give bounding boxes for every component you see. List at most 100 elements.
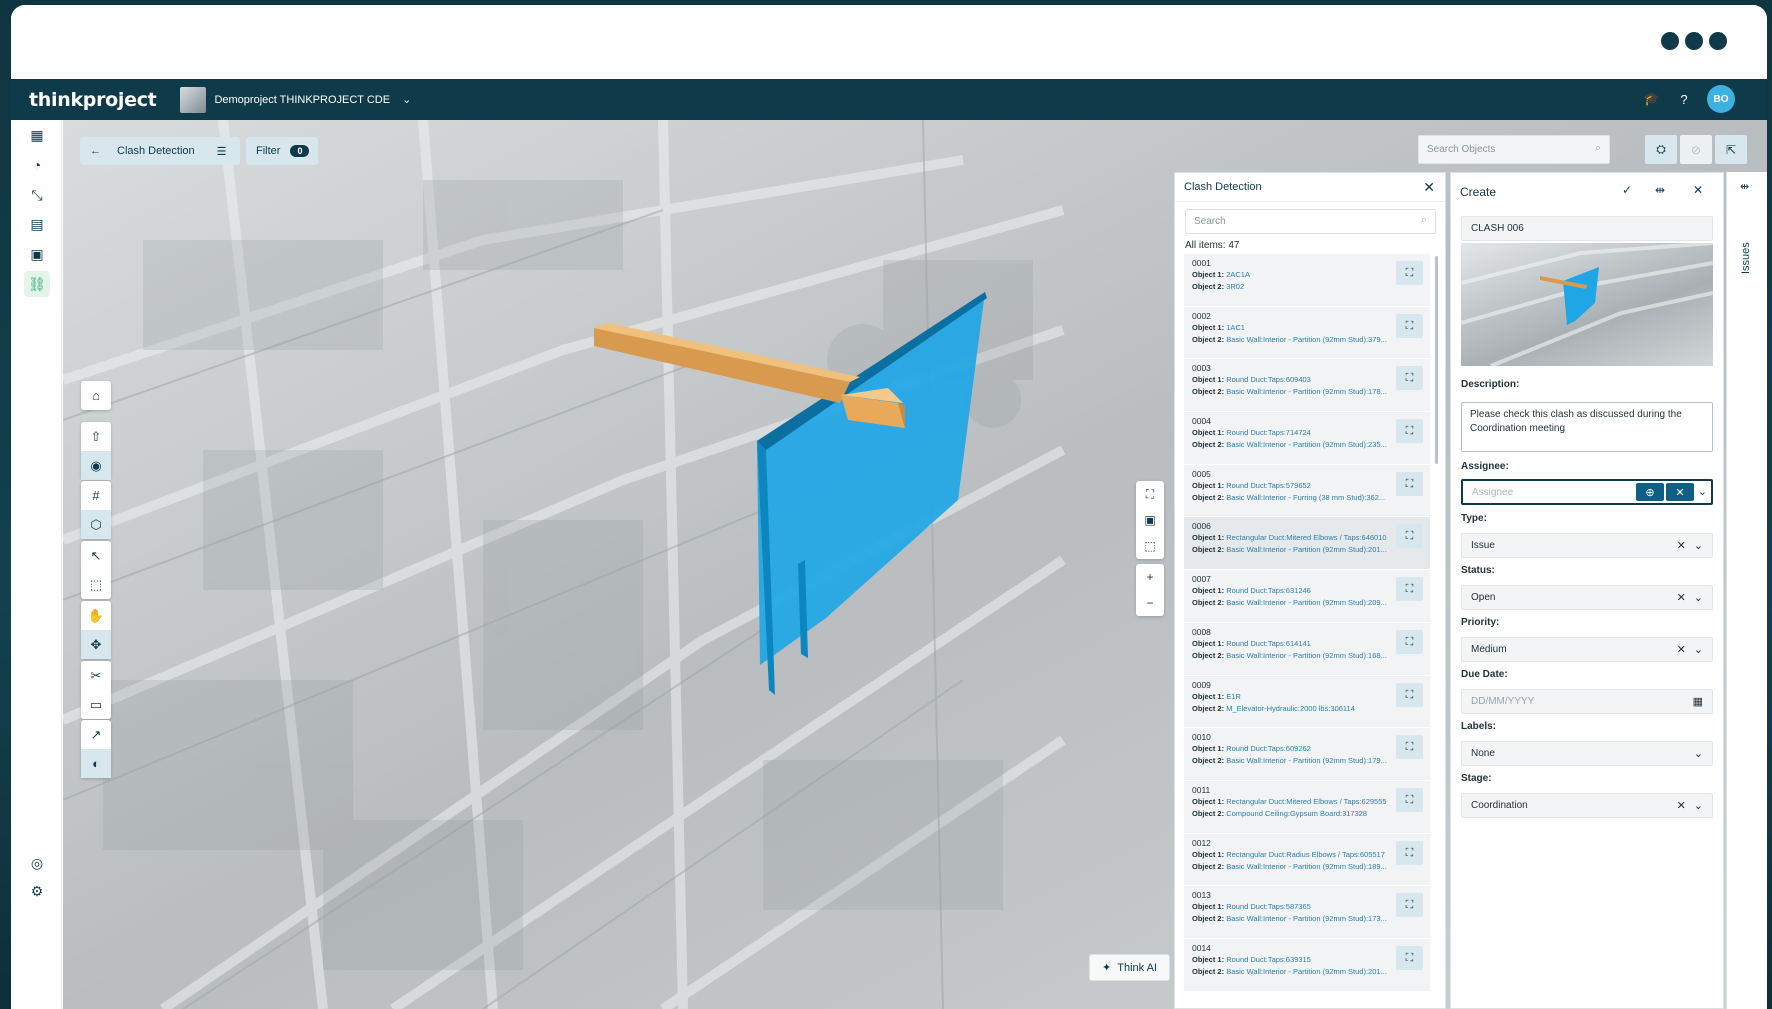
clash-list-item[interactable]: 0005 Object 1: Round Duct:Taps:579652 Obje…	[1184, 464, 1430, 518]
chevron-down-icon[interactable]: ⌄	[402, 93, 411, 106]
list-icon[interactable]: ☰	[217, 145, 227, 158]
search-objects-input[interactable]: Search Objects ⌕	[1418, 135, 1610, 164]
clash-list-item[interactable]: 0011 Object 1: Rectangular Duct:Mitered E…	[1184, 780, 1430, 834]
chart-line-icon[interactable]: ↗	[81, 720, 111, 749]
filter-button[interactable]: Filter 0	[246, 137, 318, 165]
focus-clash-icon[interactable]: ⛶	[1396, 577, 1423, 602]
type-select[interactable]: Issue ✕ ⌄	[1461, 533, 1713, 558]
focus-clash-icon[interactable]: ⛶	[1396, 419, 1423, 444]
clear-icon[interactable]: ✕	[1677, 799, 1686, 812]
chevron-down-icon[interactable]: ⌄	[1694, 643, 1703, 656]
chevron-down-icon[interactable]: ⌄	[1694, 799, 1703, 812]
project-name[interactable]: Demoproject THINKPROJECT CDE	[214, 94, 390, 106]
chevron-down-icon[interactable]: ⌄	[1698, 485, 1707, 498]
clash-list-item[interactable]: 0007 Object 1: Round Duct:Taps:631246 Obje…	[1184, 570, 1430, 623]
dashboard-icon[interactable]: ◔	[24, 152, 50, 178]
clash-list-scrollbar[interactable]	[1435, 256, 1438, 464]
clash-list-item[interactable]: 0006 Object 1: Rectangular Duct:Mitered E…	[1184, 517, 1430, 571]
clash-search-input[interactable]: Search ⌕	[1185, 209, 1436, 234]
search-icon[interactable]: ⌕	[1595, 142, 1601, 155]
calendar-icon[interactable]: ▦	[1693, 695, 1703, 708]
expand-icon[interactable]: ⇹	[1740, 180, 1749, 193]
clash-list-item[interactable]: 0009 Object 1: E1R Object 2: M_Elevator-Hy…	[1184, 675, 1430, 729]
academy-icon[interactable]: 🎓	[1643, 90, 1661, 108]
table-icon[interactable]: ▤	[24, 211, 50, 237]
window-menu-dots[interactable]	[1661, 32, 1727, 50]
clash-list-item[interactable]: 0014 Object 1: Round Duct:Taps:639315 Obje…	[1184, 938, 1430, 992]
report-icon[interactable]: ▣	[24, 241, 50, 267]
focus-clash-icon[interactable]: ⛶	[1396, 787, 1423, 812]
chevron-down-icon[interactable]: ⌄	[1694, 591, 1703, 604]
export-icon[interactable]: ⇱	[1715, 135, 1747, 164]
clash-list-item[interactable]: 0008 Object 1: Round Duct:Taps:614141 Obje…	[1184, 622, 1430, 676]
focus-clash-icon[interactable]: ⛶	[1396, 313, 1423, 338]
home-icon[interactable]: ⌂	[81, 381, 111, 410]
clash-list-item[interactable]: 0003 Object 1: Round Duct:Taps:609403 Obje…	[1184, 359, 1430, 413]
fit-view-icon[interactable]: ⛶	[1136, 481, 1164, 507]
app-logo[interactable]: thinkproject	[29, 89, 157, 111]
zoom-box-icon[interactable]: ⬚	[1136, 533, 1164, 559]
camera-icon[interactable]: ◉	[81, 451, 111, 480]
workflow-icon[interactable]: ⤡	[24, 182, 50, 208]
clear-icon[interactable]: ✕	[1677, 539, 1686, 552]
ruler-icon[interactable]: ▭	[81, 690, 111, 719]
box-select-icon[interactable]: ⬚	[81, 570, 111, 599]
select-arrow-icon[interactable]: ↖	[81, 541, 111, 570]
help-icon[interactable]: ?	[1675, 90, 1693, 108]
clash-list-item[interactable]: 0010 Object 1: Round Duct:Taps:609262 Obje…	[1184, 728, 1430, 781]
focus-clash-icon[interactable]: ⛶	[1396, 945, 1423, 970]
collapse-icon[interactable]: ⇹	[1655, 183, 1665, 197]
priority-select[interactable]: Medium ✕ ⌄	[1461, 637, 1713, 662]
check-circle-icon[interactable]: ✓	[1622, 183, 1632, 197]
zoom-in-icon[interactable]: +	[1136, 564, 1164, 590]
focus-clash-icon[interactable]: ⛶	[1396, 735, 1423, 760]
description-field[interactable]: Please check this clash as discussed dur…	[1461, 402, 1713, 452]
grid-icon[interactable]: #	[81, 481, 111, 510]
zoom-out-icon[interactable]: −	[1136, 590, 1164, 616]
cube-icon[interactable]: ⬡	[81, 510, 111, 539]
user-shield-icon[interactable]: ◎	[24, 850, 50, 876]
think-ai-button[interactable]: ✦ Think AI	[1089, 954, 1170, 981]
focus-clash-icon[interactable]: ⛶	[1396, 261, 1423, 285]
issue-name-field[interactable]: CLASH 006	[1461, 216, 1713, 241]
clash-list-item[interactable]: 0012 Object 1: Rectangular Duct:Radius El…	[1184, 833, 1430, 887]
settings-icon[interactable]: ⚙	[24, 878, 50, 904]
clash-list-item[interactable]: 0013 Object 1: Round Duct:Taps:587365 Obje…	[1184, 886, 1430, 939]
pan-hand-icon[interactable]: ✋	[81, 601, 111, 630]
focus-clash-icon[interactable]: ⛶	[1396, 524, 1423, 549]
pin-icon[interactable]: ⇧	[81, 422, 111, 451]
scissors-icon[interactable]: ✂	[81, 661, 111, 690]
focus-clash-icon[interactable]: ⛶	[1396, 366, 1423, 391]
stage-select[interactable]: Coordination ✕ ⌄	[1461, 793, 1713, 818]
chevron-down-icon[interactable]: ⌄	[1694, 539, 1703, 552]
focus-clash-icon[interactable]: ⛶	[1396, 629, 1423, 654]
palette-icon[interactable]: ◐	[81, 749, 111, 778]
clear-icon[interactable]: ✕	[1666, 483, 1694, 501]
close-icon[interactable]: ✕	[1423, 179, 1435, 196]
status-select[interactable]: Open ✕ ⌄	[1461, 585, 1713, 610]
arrow-left-icon[interactable]: ←	[90, 145, 101, 157]
issues-side-tab[interactable]: ⇹ Issues	[1726, 172, 1767, 1009]
screen-icon[interactable]: ▣	[1136, 507, 1164, 533]
clash-list-item[interactable]: 0001 Object 1: 2AC1A Object 2: 3R02 ⛶	[1184, 254, 1430, 307]
avatar[interactable]: BO	[1707, 85, 1735, 113]
labels-select[interactable]: None ⌄	[1461, 741, 1713, 766]
clash-list-item[interactable]: 0004 Object 1: Round Duct:Taps:714724 Obje…	[1184, 412, 1430, 465]
model-link-icon[interactable]: ⛓	[24, 271, 50, 297]
clash-list-item[interactable]: 0002 Object 1: 1AC1 Object 2: Basic Wall:I…	[1184, 306, 1430, 360]
focus-clash-icon[interactable]: ⛶	[1396, 840, 1423, 865]
focus-clash-icon[interactable]: ⛶	[1396, 893, 1423, 918]
clear-icon[interactable]: ✕	[1677, 591, 1686, 604]
focus-clash-icon[interactable]: ⛶	[1396, 471, 1423, 496]
focus-clash-icon[interactable]: ⛶	[1396, 682, 1423, 707]
clash-view-icon[interactable]: ⛭	[1645, 135, 1677, 164]
assignee-input[interactable]: Assignee ⊕ ✕ ⌄	[1461, 479, 1713, 505]
clash-detection-button[interactable]: ← Clash Detection ☰	[80, 137, 240, 165]
link-icon[interactable]: ⊘	[1680, 135, 1712, 164]
chevron-down-icon[interactable]: ⌄	[1694, 747, 1703, 760]
search-icon[interactable]: ⌕	[1421, 214, 1427, 227]
orbit-icon[interactable]: ✥	[81, 630, 111, 659]
close-icon[interactable]: ✕	[1693, 183, 1703, 197]
apps-grid-icon[interactable]: ▦	[24, 122, 50, 148]
due-date-input[interactable]: DD/MM/YYYY ▦	[1461, 689, 1713, 714]
